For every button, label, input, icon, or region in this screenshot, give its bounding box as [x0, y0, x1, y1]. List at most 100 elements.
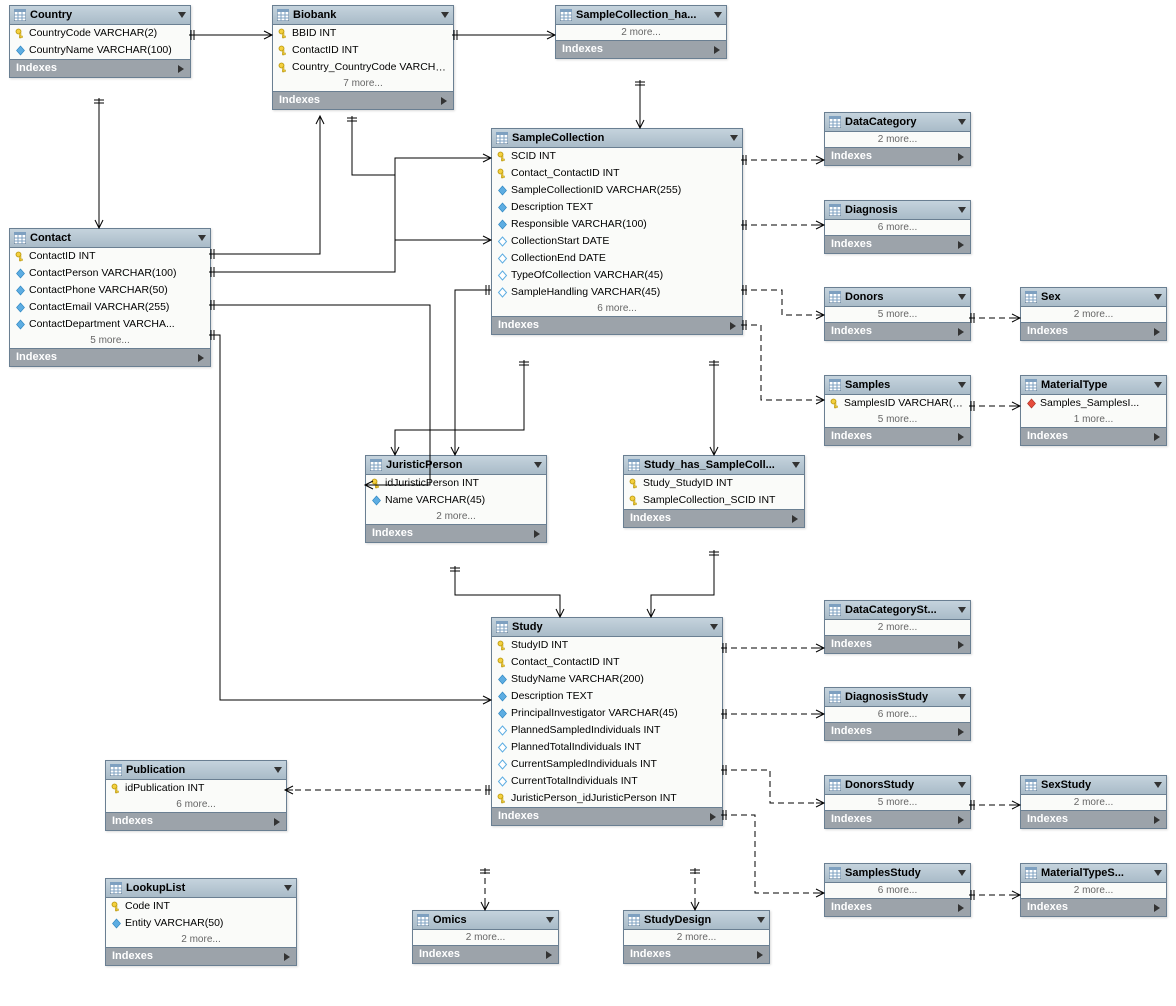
- column-row[interactable]: ContactID INT: [273, 42, 453, 59]
- entity-header[interactable]: DiagnosisStudy: [825, 688, 970, 707]
- column-row[interactable]: Description TEXT: [492, 688, 722, 705]
- column-row[interactable]: ContactID INT: [10, 248, 210, 265]
- column-row[interactable]: StudyName VARCHAR(200): [492, 671, 722, 688]
- entity-samplesstudy[interactable]: SamplesStudy6 more...Indexes: [824, 863, 971, 917]
- chevron-right-icon[interactable]: [792, 515, 798, 523]
- column-row[interactable]: PrincipalInvestigator VARCHAR(45): [492, 705, 722, 722]
- entity-header[interactable]: MaterialType: [1021, 376, 1166, 395]
- column-row[interactable]: CountryCode VARCHAR(2): [10, 25, 190, 42]
- column-row[interactable]: PlannedSampledIndividuals INT: [492, 722, 722, 739]
- chevron-right-icon[interactable]: [714, 46, 720, 54]
- chevron-right-icon[interactable]: [1154, 433, 1160, 441]
- entity-header[interactable]: Country: [10, 6, 190, 25]
- entity-header[interactable]: LookupList: [106, 879, 296, 898]
- column-row[interactable]: SampleCollection_SCID INT: [624, 492, 804, 509]
- chevron-down-icon[interactable]: [958, 119, 966, 125]
- column-row[interactable]: Code INT: [106, 898, 296, 915]
- more-columns-link[interactable]: 2 more...: [1021, 307, 1166, 322]
- indexes-section[interactable]: Indexes: [106, 812, 286, 830]
- more-columns-link[interactable]: 6 more...: [825, 707, 970, 722]
- chevron-right-icon[interactable]: [1154, 328, 1160, 336]
- entity-materialtype[interactable]: MaterialTypeSamples_SamplesI...1 more...…: [1020, 375, 1167, 446]
- chevron-right-icon[interactable]: [198, 354, 204, 362]
- entity-studyhassamplecoll[interactable]: Study_has_SampleColl...Study_StudyID INT…: [623, 455, 805, 528]
- chevron-down-icon[interactable]: [284, 885, 292, 891]
- column-row[interactable]: CurrentSampledIndividuals INT: [492, 756, 722, 773]
- entity-donors[interactable]: Donors5 more...Indexes: [824, 287, 971, 341]
- entity-sex[interactable]: Sex2 more...Indexes: [1020, 287, 1167, 341]
- entity-header[interactable]: DataCategory: [825, 113, 970, 132]
- entity-header[interactable]: SamplesStudy: [825, 864, 970, 883]
- entity-header[interactable]: Publication: [106, 761, 286, 780]
- entity-header[interactable]: Study: [492, 618, 722, 637]
- more-columns-link[interactable]: 2 more...: [825, 132, 970, 147]
- more-columns-link[interactable]: 2 more...: [1021, 795, 1166, 810]
- more-columns-link[interactable]: 6 more...: [106, 797, 286, 812]
- indexes-section[interactable]: Indexes: [106, 947, 296, 965]
- more-columns-link[interactable]: 2 more...: [1021, 883, 1166, 898]
- column-row[interactable]: Entity VARCHAR(50): [106, 915, 296, 932]
- entity-contact[interactable]: ContactContactID INTContactPerson VARCHA…: [9, 228, 211, 367]
- indexes-section[interactable]: Indexes: [825, 810, 970, 828]
- chevron-down-icon[interactable]: [546, 917, 554, 923]
- chevron-down-icon[interactable]: [178, 12, 186, 18]
- chevron-right-icon[interactable]: [274, 818, 280, 826]
- chevron-down-icon[interactable]: [1154, 870, 1162, 876]
- chevron-right-icon[interactable]: [730, 322, 736, 330]
- chevron-down-icon[interactable]: [1154, 294, 1162, 300]
- entity-donorsstudy[interactable]: DonorsStudy5 more...Indexes: [824, 775, 971, 829]
- entity-header[interactable]: DonorsStudy: [825, 776, 970, 795]
- indexes-section[interactable]: Indexes: [825, 635, 970, 653]
- more-columns-link[interactable]: 7 more...: [273, 76, 453, 91]
- chevron-down-icon[interactable]: [1154, 382, 1162, 388]
- column-row[interactable]: CurrentTotalIndividuals INT: [492, 773, 722, 790]
- chevron-right-icon[interactable]: [958, 328, 964, 336]
- entity-header[interactable]: Biobank: [273, 6, 453, 25]
- column-row[interactable]: Samples_SamplesI...: [1021, 395, 1166, 412]
- more-columns-link[interactable]: 2 more...: [413, 930, 558, 945]
- column-row[interactable]: idJuristicPerson INT: [366, 475, 546, 492]
- indexes-section[interactable]: Indexes: [825, 147, 970, 165]
- entity-header[interactable]: SexStudy: [1021, 776, 1166, 795]
- entity-datacategory[interactable]: DataCategory2 more...Indexes: [824, 112, 971, 166]
- column-row[interactable]: SamplesID VARCHAR(45): [825, 395, 970, 412]
- chevron-down-icon[interactable]: [730, 135, 738, 141]
- chevron-right-icon[interactable]: [441, 97, 447, 105]
- entity-sexstudy[interactable]: SexStudy2 more...Indexes: [1020, 775, 1167, 829]
- chevron-down-icon[interactable]: [958, 607, 966, 613]
- column-row[interactable]: Contact_ContactID INT: [492, 165, 742, 182]
- chevron-down-icon[interactable]: [958, 294, 966, 300]
- entity-omics[interactable]: Omics2 more...Indexes: [412, 910, 559, 964]
- chevron-down-icon[interactable]: [958, 382, 966, 388]
- column-row[interactable]: Description TEXT: [492, 199, 742, 216]
- indexes-section[interactable]: Indexes: [366, 524, 546, 542]
- column-row[interactable]: Name VARCHAR(45): [366, 492, 546, 509]
- column-row[interactable]: TypeOfCollection VARCHAR(45): [492, 267, 742, 284]
- more-columns-link[interactable]: 5 more...: [10, 333, 210, 348]
- column-row[interactable]: Contact_ContactID INT: [492, 654, 722, 671]
- more-columns-link[interactable]: 5 more...: [825, 412, 970, 427]
- more-columns-link[interactable]: 6 more...: [825, 883, 970, 898]
- chevron-down-icon[interactable]: [958, 870, 966, 876]
- indexes-section[interactable]: Indexes: [273, 91, 453, 109]
- column-row[interactable]: SampleHandling VARCHAR(45): [492, 284, 742, 301]
- column-row[interactable]: idPublication INT: [106, 780, 286, 797]
- chevron-right-icon[interactable]: [710, 813, 716, 821]
- column-row[interactable]: Study_StudyID INT: [624, 475, 804, 492]
- entity-study[interactable]: StudyStudyID INTContact_ContactID INTStu…: [491, 617, 723, 826]
- more-columns-link[interactable]: 6 more...: [825, 220, 970, 235]
- column-row[interactable]: ContactPerson VARCHAR(100): [10, 265, 210, 282]
- entity-juristicperson[interactable]: JuristicPersonidJuristicPerson INTName V…: [365, 455, 547, 543]
- entity-header[interactable]: SampleCollection_ha...: [556, 6, 726, 25]
- indexes-section[interactable]: Indexes: [1021, 898, 1166, 916]
- chevron-down-icon[interactable]: [1154, 782, 1162, 788]
- indexes-section[interactable]: Indexes: [825, 898, 970, 916]
- chevron-down-icon[interactable]: [958, 207, 966, 213]
- entity-samples[interactable]: SamplesSamplesID VARCHAR(45)5 more...Ind…: [824, 375, 971, 446]
- indexes-section[interactable]: Indexes: [624, 509, 804, 527]
- entity-header[interactable]: SampleCollection: [492, 129, 742, 148]
- chevron-down-icon[interactable]: [274, 767, 282, 773]
- column-row[interactable]: BBID INT: [273, 25, 453, 42]
- indexes-section[interactable]: Indexes: [825, 722, 970, 740]
- chevron-right-icon[interactable]: [958, 641, 964, 649]
